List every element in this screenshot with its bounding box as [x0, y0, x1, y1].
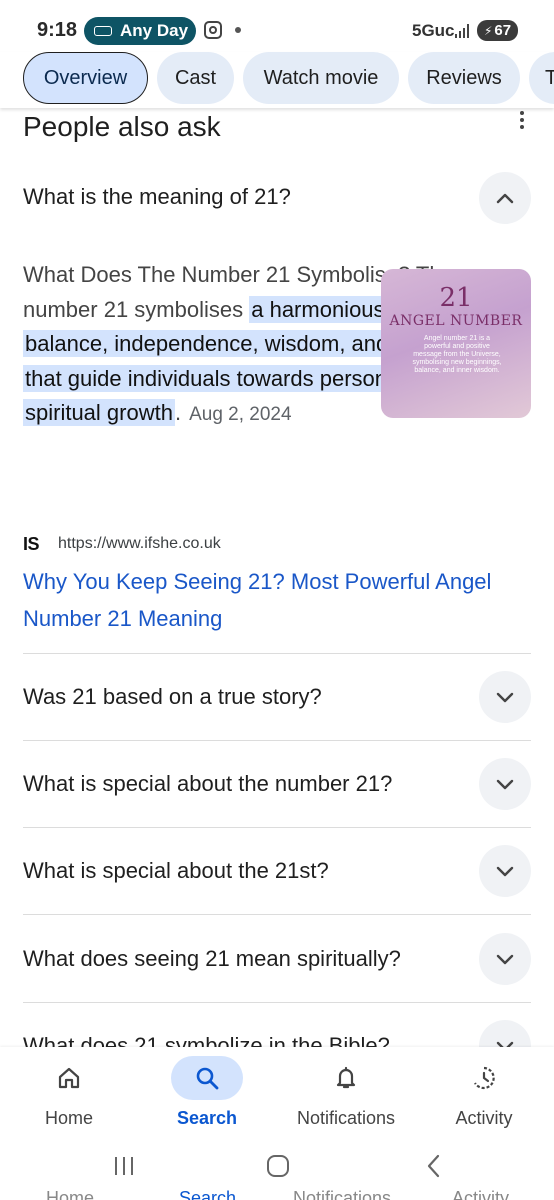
nav-label: Notifications	[296, 1108, 396, 1128]
tab-cast[interactable]: Cast	[157, 52, 234, 104]
answer-end: .	[174, 400, 182, 425]
nav-label: Home	[44, 1108, 93, 1128]
thumbnail-title: ANGEL NUMBER	[389, 313, 523, 329]
home-icon	[33, 1056, 105, 1100]
more-options-icon[interactable]	[518, 111, 526, 131]
chevron-down-icon	[496, 779, 514, 790]
pill-label: Any Day	[120, 21, 189, 40]
tab-bar: Overview Cast Watch movie Reviews T	[0, 52, 554, 108]
tab-reviews[interactable]: Reviews	[408, 52, 520, 104]
section-title: People also ask	[23, 111, 221, 142]
nav-label: Activity	[455, 1108, 513, 1128]
notification-dot-icon	[235, 27, 241, 33]
question-item[interactable]: Was 21 based on a true story?	[23, 684, 322, 710]
nav-activity[interactable]: Activity	[415, 1047, 553, 1137]
tab-partial[interactable]: T	[529, 52, 554, 104]
source-url[interactable]: https://www.ifshe.co.uk	[58, 535, 221, 553]
thumbnail-number: 21	[439, 283, 473, 313]
nav-notifications[interactable]: Notifications	[277, 1047, 415, 1137]
bolt-icon: ⚡	[483, 23, 493, 38]
tab-watch-movie[interactable]: Watch movie	[243, 52, 399, 104]
answer-date: Aug 2, 2024	[189, 404, 292, 425]
battery-level: 67	[494, 22, 512, 39]
expand-button[interactable]	[479, 671, 531, 723]
ghost-label: Notifications	[293, 1188, 392, 1200]
signal-icon	[455, 24, 469, 38]
divider	[23, 653, 531, 654]
home-button-icon[interactable]	[258, 1151, 298, 1181]
recent-apps-icon[interactable]	[104, 1151, 144, 1181]
question-item[interactable]: What is special about the number 21?	[23, 771, 392, 797]
search-icon	[171, 1056, 243, 1100]
chevron-down-icon	[496, 954, 514, 965]
chevron-up-icon	[496, 193, 514, 204]
answer-thumbnail[interactable]: 21 ANGEL NUMBER Angel number 21 is a pow…	[381, 269, 531, 418]
status-bar: 9:18 Any Day 5Guc ⚡ 67	[0, 0, 554, 56]
instagram-icon	[204, 21, 222, 39]
network-type: 5Guc	[412, 21, 455, 40]
chevron-down-icon	[496, 866, 514, 877]
thumbnail-body: Angel number 21 is a powerful and positi…	[412, 335, 502, 374]
status-time: 9:18	[37, 19, 78, 41]
collapse-button[interactable]	[479, 172, 531, 224]
app-logo-icon	[94, 26, 112, 36]
chevron-down-icon	[496, 692, 514, 703]
nav-search[interactable]: Search	[138, 1047, 276, 1137]
bell-icon	[310, 1056, 382, 1100]
ghost-label: Activity	[452, 1188, 510, 1200]
tab-overview[interactable]: Overview	[23, 52, 148, 104]
ghost-label: Home	[46, 1188, 95, 1200]
source-title-link[interactable]: Why You Keep Seeing 21? Most Powerful An…	[23, 563, 523, 637]
expand-button[interactable]	[479, 758, 531, 810]
ghost-nav-labels: Home Search Notifications Activity	[0, 1188, 554, 1200]
now-playing-pill[interactable]: Any Day	[84, 17, 196, 45]
bottom-navigation: Home Search Notifications Activity	[0, 1047, 554, 1137]
question-expanded[interactable]: What is the meaning of 21?	[23, 184, 291, 210]
divider	[23, 827, 531, 828]
divider	[23, 740, 531, 741]
source-logo: IS	[23, 534, 40, 554]
expand-button[interactable]	[479, 845, 531, 897]
ghost-label: Search	[179, 1188, 237, 1200]
back-icon[interactable]	[414, 1151, 454, 1181]
question-item[interactable]: What is special about the 21st?	[23, 858, 329, 884]
question-item[interactable]: What does seeing 21 mean spiritually?	[23, 946, 401, 972]
divider	[23, 914, 531, 915]
nav-label: Search	[176, 1108, 238, 1128]
battery-indicator: ⚡ 67	[477, 20, 518, 41]
nav-home[interactable]: Home	[0, 1047, 138, 1137]
expand-button[interactable]	[479, 933, 531, 985]
activity-icon	[448, 1056, 520, 1100]
divider	[23, 1002, 531, 1003]
